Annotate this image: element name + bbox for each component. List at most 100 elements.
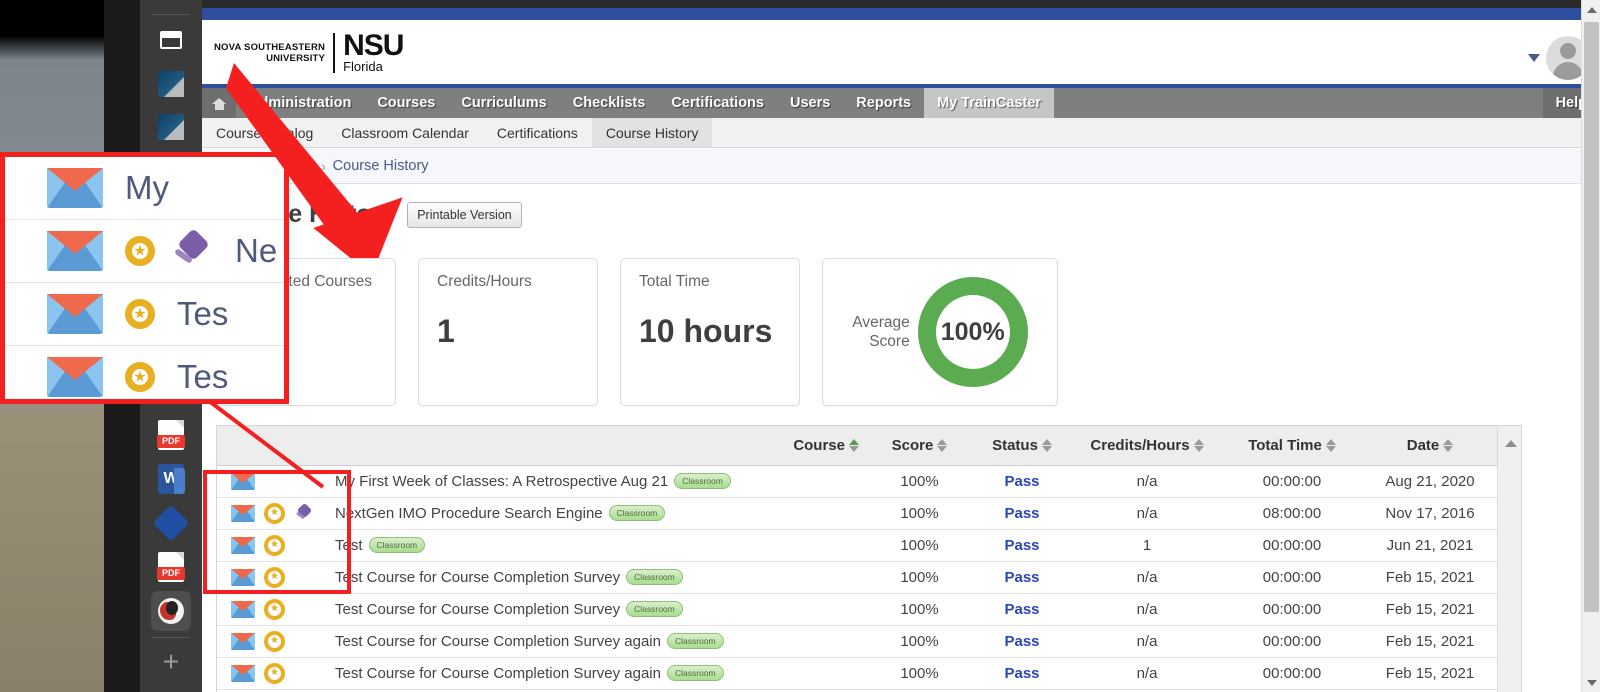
sort-icon-status[interactable] [1041, 438, 1052, 452]
word-icon[interactable]: W [151, 459, 191, 499]
row-course[interactable]: Test Classroom [327, 529, 867, 562]
row-total-time: 00:00:00 [1222, 529, 1362, 562]
row-icons[interactable]: ★ [217, 593, 327, 626]
card-label: Credits/Hours [437, 273, 532, 290]
window-icon[interactable] [151, 20, 191, 60]
row-status: Pass [972, 561, 1072, 594]
row-course[interactable]: Test Course for Course Completion Survey… [327, 657, 867, 690]
row-course[interactable]: Test Course for Course Completion Survey… [327, 593, 867, 626]
add-icon[interactable]: + [151, 642, 191, 682]
course-type-badge: Classroom [626, 600, 683, 617]
main-nav[interactable]: Administration Courses Curriculums Check… [202, 88, 1600, 118]
sort-icon-total-time[interactable] [1325, 438, 1336, 452]
callout-text: Tes [177, 295, 229, 332]
chevron-down-icon[interactable] [1528, 54, 1540, 62]
row-credits: n/a [1072, 593, 1222, 626]
table-row[interactable]: ★ Test Course for Course Completion Surve… [217, 593, 1521, 626]
row-course[interactable]: My First Week of Classes: A Retrospectiv… [327, 465, 867, 498]
th-course[interactable]: Course [327, 426, 867, 466]
card-label: Total Time [639, 273, 710, 290]
course-history-table-container: Course Score Status Credits/Hours Total … [216, 425, 1522, 692]
sort-icon-score[interactable] [937, 438, 948, 452]
row-course[interactable]: NextGen IMO Procedure Search Engine Class… [327, 497, 867, 530]
blue-app-icon-1[interactable] [151, 64, 191, 104]
row-course[interactable]: Test Course for Course Completion Survey… [327, 625, 867, 658]
pdf-icon-1[interactable]: PDF [151, 415, 191, 455]
nav-my-traincaster[interactable]: My TrainCaster [924, 88, 1055, 118]
scrollbar-up-button[interactable] [1582, 0, 1600, 19]
medal-icon: ★ [125, 236, 155, 266]
browser-icon[interactable] [151, 591, 191, 631]
th-total-time[interactable]: Total Time [1222, 426, 1362, 466]
logo-sub: Florida [343, 59, 383, 74]
subnav-course-history[interactable]: Course History [591, 118, 713, 147]
table-row[interactable]: ★ Test Course for Course Completion Surve… [217, 561, 1521, 594]
logo-mark: NSU [343, 29, 404, 62]
envelope-icon [47, 168, 103, 208]
table-row[interactable]: ★ Test Classroom 100% Pass 1 00:00:00 Jun 21, 2… [217, 529, 1521, 562]
row-score: 100% [867, 593, 972, 626]
envelope-icon[interactable] [231, 664, 255, 682]
diamond-icon[interactable] [151, 503, 191, 543]
browser-viewport: NOVA SOUTHEASTERN UNIVERSITY NSU Florida… [202, 0, 1600, 692]
row-status: Pass [972, 657, 1072, 690]
callout-text: Tes [177, 358, 229, 395]
th-credits[interactable]: Credits/Hours [1072, 426, 1222, 466]
scroll-up-icon[interactable] [1505, 440, 1517, 447]
breadcrumb-separator-icon: › [321, 158, 326, 174]
pdf-icon-2[interactable]: PDF [151, 547, 191, 587]
table-row[interactable]: My First Week of Classes: A Retrospectiv… [217, 465, 1521, 498]
row-icons[interactable]: ★ [217, 657, 327, 690]
th-score[interactable]: Score [867, 426, 972, 466]
medal-icon[interactable]: ★ [264, 598, 285, 620]
th-status-label: Status [992, 436, 1038, 454]
scrollbar-thumb[interactable] [1584, 22, 1599, 612]
sort-icon-date[interactable] [1443, 438, 1454, 452]
nav-certifications[interactable]: Certifications [658, 88, 777, 118]
envelope-icon[interactable] [231, 600, 255, 618]
envelope-icon [47, 231, 103, 271]
row-total-time: 00:00:00 [1222, 625, 1362, 658]
nav-courses[interactable]: Courses [364, 88, 448, 118]
nav-administration[interactable]: Administration [236, 88, 364, 118]
subnav-certifications[interactable]: Certifications [483, 118, 592, 147]
nav-home[interactable] [202, 88, 236, 118]
envelope-icon[interactable] [231, 632, 255, 650]
card-average-score: Average Score 100% [822, 258, 1058, 406]
table-row[interactable]: ★ Test Course for Course Completion Surve… [217, 625, 1521, 658]
table-scrollbar[interactable] [1497, 426, 1521, 692]
medal-icon[interactable]: ★ [264, 630, 285, 652]
nav-reports[interactable]: Reports [843, 88, 924, 118]
callout-row: ★ Ne [5, 220, 284, 283]
browser-scrollbar[interactable] [1581, 0, 1600, 692]
table-row[interactable]: ★ NextGen IMO Procedure Search Engine Clas… [217, 497, 1521, 530]
nav-checklists[interactable]: Checklists [560, 88, 659, 118]
sort-icon-course[interactable] [849, 438, 859, 452]
medal-icon[interactable]: ★ [264, 662, 285, 684]
average-score-donut: 100% [917, 277, 1028, 387]
row-score: 100% [867, 657, 972, 690]
th-date-label: Date [1406, 436, 1440, 454]
row-date: Nov 17, 2016 [1362, 497, 1498, 530]
sub-nav[interactable]: Course Catalog Classroom Calendar Certif… [202, 118, 1600, 148]
th-date[interactable]: Date [1362, 426, 1498, 466]
table-row[interactable]: ★ Test Course for Course Completion Surve… [217, 657, 1521, 690]
browser-chrome-edge [202, 0, 1600, 8]
scrollbar-down-button[interactable] [1582, 673, 1600, 692]
nav-curriculums[interactable]: Curriculums [448, 88, 559, 118]
row-icons[interactable]: ★ [217, 625, 327, 658]
sort-icon-credits[interactable] [1193, 438, 1204, 452]
row-credits: n/a [1072, 657, 1222, 690]
blue-app-icon-2[interactable] [151, 107, 191, 147]
subnav-course-catalog[interactable]: Course Catalog [202, 118, 327, 147]
nsu-logo[interactable]: NOVA SOUTHEASTERN UNIVERSITY NSU Florida [214, 29, 404, 74]
row-date: Feb 15, 2021 [1362, 657, 1498, 690]
row-total-time: 00:00:00 [1222, 593, 1362, 626]
printable-version-button[interactable]: Printable Version [407, 201, 522, 228]
nav-users[interactable]: Users [777, 88, 843, 118]
subnav-classroom-calendar[interactable]: Classroom Calendar [327, 118, 483, 147]
row-course[interactable]: Test Course for Course Completion Survey… [327, 561, 867, 594]
row-score: 100% [867, 529, 972, 562]
th-status[interactable]: Status [972, 426, 1072, 466]
